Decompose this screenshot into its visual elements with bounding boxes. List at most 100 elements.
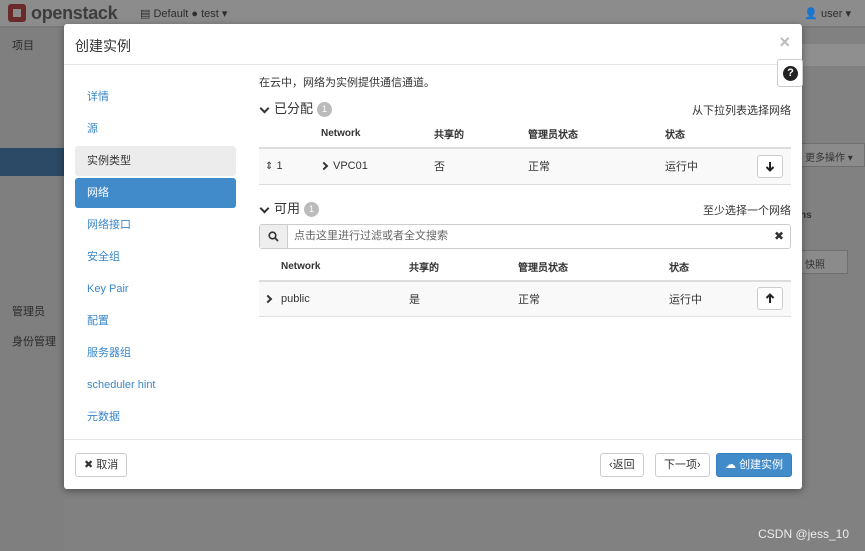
sidebar-item-project[interactable]: 项目 <box>12 37 34 53</box>
search-input[interactable] <box>289 224 769 248</box>
allocate-button[interactable] <box>757 287 783 311</box>
cancel-button[interactable]: ✖ 取消 <box>75 453 128 477</box>
brand-name: openstack <box>31 2 118 23</box>
caret-down-icon: ▾ <box>221 8 228 20</box>
arrow-up-icon <box>765 293 775 304</box>
allocated-table: Network 共享的 管理员状态 状态 ⇕ 1 VPC01 否 正常 运行中 <box>259 120 791 185</box>
available-count-badge: 1 <box>304 201 320 217</box>
more-actions-label: 更多操作 <box>805 153 845 164</box>
row-action <box>757 280 791 317</box>
networks-panel: 在云中，网络为实例提供通信通道。 已分配 1 从下拉列表选择网络 Network … <box>259 74 791 317</box>
table-row: public 是 正常 运行中 <box>259 280 791 317</box>
snapshot-button[interactable]: 快照 <box>800 250 848 274</box>
close-icon[interactable]: × <box>779 32 790 53</box>
allocated-title: 已分配 <box>274 101 314 116</box>
nav-item-server-groups[interactable]: 服务器组 <box>75 338 236 368</box>
available-section-header: 可用 1 至少选择一个网络 <box>259 198 791 218</box>
table-header-row: Network 共享的 管理员状态 状态 <box>259 252 791 282</box>
row-shared: 是 <box>409 280 518 317</box>
background-sidebar: 项目 管理员 身份管理 <box>0 28 64 551</box>
row-status: 运行中 <box>669 280 757 317</box>
more-actions-button[interactable]: 更多操作 ▾ <box>800 143 865 167</box>
project-label: test <box>201 8 219 20</box>
allocated-hint: 从下拉列表选择网络 <box>692 105 791 117</box>
deallocate-button[interactable] <box>757 154 783 178</box>
row-index: 1 <box>276 160 283 173</box>
dot-icon: ● <box>191 8 199 20</box>
allocated-toggle[interactable]: 已分配 1 <box>259 98 333 118</box>
allocated-count-badge: 1 <box>317 102 333 118</box>
domain-icon: ▤ <box>140 8 151 20</box>
sidebar-item-identity[interactable]: 身份管理 <box>12 333 56 349</box>
openstack-logo-icon <box>8 4 26 22</box>
modal-header: 创建实例 × <box>64 24 802 65</box>
launch-label: 创建实例 <box>739 459 784 471</box>
nav-item-key-pair[interactable]: Key Pair <box>75 274 236 304</box>
launch-instance-button[interactable]: ☁ 创建实例 <box>716 453 793 477</box>
clear-search-icon[interactable]: ✖ <box>774 229 784 243</box>
background-filter <box>800 44 865 66</box>
nav-item-networks[interactable]: 网络 <box>75 178 236 208</box>
col-order <box>259 120 321 149</box>
col-admin-state: 管理员状态 <box>528 120 665 149</box>
col-network: Network <box>281 252 409 282</box>
wizard-nav: 详情 源 实例类型 网络 网络接口 安全组 Key Pair 配置 服务器组 s… <box>75 82 236 434</box>
col-action <box>757 252 791 282</box>
user-menu[interactable]: 👤 user ▾ <box>804 7 851 20</box>
nav-item-configuration[interactable]: 配置 <box>75 306 236 336</box>
search-icon <box>268 230 279 242</box>
snapshot-label: 快照 <box>805 260 825 271</box>
launch-instance-modal: 创建实例 × ? 详情 源 实例类型 网络 网络接口 安全组 Key Pair … <box>64 24 803 489</box>
row-expand <box>259 280 281 317</box>
col-network: Network <box>321 120 434 149</box>
nav-item-details[interactable]: 详情 <box>75 82 236 112</box>
search-addon <box>260 224 288 248</box>
available-search: ✖ <box>259 223 791 249</box>
cloud-upload-icon: ☁ <box>725 459 736 471</box>
chevron-right-icon[interactable] <box>319 162 329 171</box>
col-action <box>757 120 791 149</box>
nav-item-security-groups[interactable]: 安全组 <box>75 242 236 272</box>
modal-footer: ✖ 取消 ‹返回 下一项› ☁ 创建实例 <box>64 439 802 489</box>
available-table: Network 共享的 管理员状态 状态 public 是 正常 运行中 <box>259 252 791 317</box>
available-toggle[interactable]: 可用 1 <box>259 198 320 217</box>
nav-item-flavor[interactable]: 实例类型 <box>75 146 236 176</box>
nav-item-metadata[interactable]: 元数据 <box>75 402 236 432</box>
project-selector[interactable]: ▤ Default ● test ▾ <box>140 7 227 20</box>
table-row: ⇕ 1 VPC01 否 正常 运行中 <box>259 148 791 185</box>
nav-item-scheduler-hint[interactable]: scheduler hint <box>75 370 236 400</box>
chevron-right-icon[interactable] <box>263 294 273 304</box>
col-shared: 共享的 <box>409 252 518 282</box>
nav-item-source[interactable]: 源 <box>75 114 236 144</box>
chevron-down-icon <box>259 103 270 114</box>
network-name: VPC01 <box>333 160 368 173</box>
networks-intro: 在云中，网络为实例提供通信通道。 <box>259 77 435 89</box>
sort-handle-icon[interactable]: ⇕ <box>265 161 273 172</box>
row-admin-state: 正常 <box>528 148 665 185</box>
nav-item-network-ports[interactable]: 网络接口 <box>75 210 236 240</box>
available-title: 可用 <box>274 200 301 216</box>
row-network: public <box>281 280 409 317</box>
row-network: VPC01 <box>319 148 434 185</box>
back-button[interactable]: ‹返回 <box>600 453 644 477</box>
openstack-logo[interactable]: openstack <box>8 2 118 23</box>
col-expand <box>259 252 281 282</box>
top-navbar: openstack ▤ Default ● test ▾ 👤 user ▾ <box>0 0 865 27</box>
row-shared: 否 <box>434 148 528 185</box>
allocated-section-header: 已分配 1 从下拉列表选择网络 <box>259 98 791 118</box>
sidebar-item-admin[interactable]: 管理员 <box>12 303 45 319</box>
close-icon: ✖ <box>84 459 94 471</box>
col-status: 状态 <box>669 252 757 282</box>
arrow-down-icon <box>765 161 775 172</box>
row-order[interactable]: ⇕ 1 <box>259 148 321 185</box>
available-hint: 至少选择一个网络 <box>703 204 791 217</box>
sidebar-active-bar <box>0 148 64 176</box>
user-icon: 👤 <box>804 8 818 20</box>
cancel-label: 取消 <box>96 459 119 471</box>
modal-title: 创建实例 <box>75 38 131 54</box>
chevron-down-icon <box>259 203 270 214</box>
next-button[interactable]: 下一项› <box>655 453 710 477</box>
col-shared: 共享的 <box>434 120 528 149</box>
watermark: CSDN @jess_10 <box>758 527 849 541</box>
caret-down-icon: ▾ <box>845 8 851 20</box>
